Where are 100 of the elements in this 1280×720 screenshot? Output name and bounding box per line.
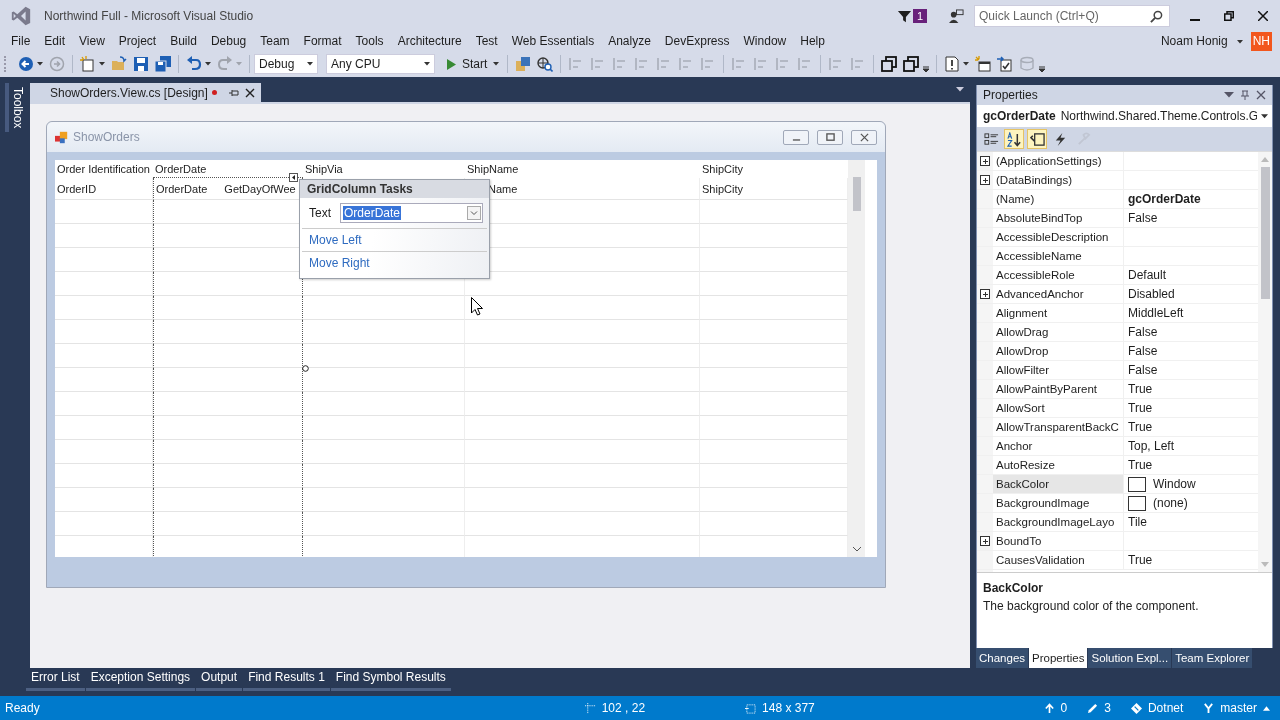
form-close-button[interactable] [851, 129, 877, 145]
caret-icon[interactable] [205, 62, 211, 66]
property-value[interactable]: Disabled [1128, 287, 1175, 301]
grid-cell[interactable] [153, 512, 303, 536]
restore-icon[interactable] [1224, 11, 1234, 21]
arrow-up-icon[interactable] [1043, 702, 1055, 714]
column-header[interactable]: Order Identification [55, 160, 153, 178]
scroll-thumb[interactable] [1260, 167, 1270, 299]
warning-document-icon[interactable] [944, 56, 961, 72]
property-value[interactable]: Window [1153, 477, 1196, 491]
form-maximize-button[interactable] [817, 129, 843, 145]
find-in-files-icon[interactable] [515, 56, 532, 72]
new-item-icon[interactable] [80, 56, 96, 72]
grid-cell[interactable]: OrderID [55, 178, 153, 200]
property-value[interactable]: True [1128, 553, 1153, 567]
open-folder-icon[interactable] [111, 56, 127, 72]
filter-icon[interactable] [896, 8, 912, 24]
grid-cell[interactable] [153, 416, 303, 440]
property-value[interactable]: Tile [1128, 515, 1147, 529]
menu-item[interactable]: Project [111, 32, 164, 51]
grid-cell[interactable] [153, 440, 303, 464]
property-name[interactable]: Anchor [977, 437, 1124, 455]
overflow-icon[interactable] [923, 64, 930, 72]
tool-window-tab[interactable]: Find Symbol Results [330, 668, 451, 691]
check-in-icon[interactable] [997, 56, 1014, 72]
property-name[interactable]: (Name) [977, 190, 1124, 208]
property-value[interactable]: False [1128, 211, 1158, 225]
panel-tab[interactable]: Solution Expl... [1088, 648, 1172, 668]
grid-cell[interactable] [153, 368, 303, 392]
menu-item[interactable]: DevExpress [657, 32, 737, 51]
property-value[interactable]: False [1128, 325, 1158, 339]
property-name[interactable]: (DataBindings) [977, 171, 1124, 189]
menu-item[interactable]: Architecture [390, 32, 469, 51]
caret-icon[interactable] [37, 62, 43, 66]
send-back-icon[interactable] [903, 56, 920, 72]
property-name[interactable]: AllowDrag [977, 323, 1124, 341]
scrollbar[interactable] [1258, 152, 1272, 572]
panel-tab[interactable]: Properties [1029, 648, 1088, 668]
menu-item[interactable]: Build [163, 32, 204, 51]
configuration-dropdown[interactable]: Debug [254, 54, 318, 74]
caret-icon[interactable] [1261, 113, 1268, 119]
property-value[interactable]: gcOrderDate [1128, 192, 1201, 206]
menu-item[interactable]: Edit [37, 32, 73, 51]
property-name[interactable]: AccessibleName [977, 247, 1124, 265]
property-name[interactable]: AdvancedAnchor [977, 285, 1124, 303]
property-value[interactable]: MiddleLeft [1128, 306, 1184, 320]
property-value[interactable]: True [1128, 458, 1153, 472]
toolbox-tab[interactable]: Toolbox [5, 83, 25, 133]
property-value[interactable]: False [1128, 344, 1158, 358]
resize-handle[interactable] [302, 365, 309, 372]
outgoing-count[interactable]: 0 [1060, 701, 1068, 715]
property-name[interactable]: AllowPaintByParent [977, 380, 1124, 398]
caret-icon[interactable] [1236, 39, 1243, 44]
caret-icon[interactable] [424, 62, 430, 66]
scrollbar[interactable] [848, 160, 865, 557]
menu-item[interactable]: Analyze [601, 32, 658, 51]
changes-count[interactable]: 3 [1104, 701, 1111, 715]
object-selector[interactable]: gcOrderDate Northwind.Shared.Theme.Controls.G [977, 105, 1272, 127]
grid-cell[interactable] [153, 464, 303, 488]
property-value[interactable]: (none) [1153, 496, 1188, 510]
grid-cell[interactable] [153, 488, 303, 512]
panel-tab[interactable]: Changes [976, 648, 1029, 668]
pin-icon[interactable] [228, 87, 239, 98]
grid-cell[interactable] [153, 392, 303, 416]
close-icon[interactable] [244, 87, 255, 98]
quick-launch-field[interactable]: Quick Launch (Ctrl+Q) [974, 5, 1170, 27]
user-account-menu[interactable]: Noam Honig [1153, 32, 1235, 51]
start-button[interactable]: Start [443, 57, 504, 71]
property-value[interactable]: True [1128, 420, 1153, 434]
notification-count[interactable]: 1 [912, 9, 927, 23]
play-icon[interactable] [447, 58, 456, 70]
tab-list-icon[interactable] [956, 87, 964, 92]
property-name[interactable]: BackgroundImageLayo [977, 513, 1124, 531]
tool-window-tab[interactable]: Exception Settings [85, 668, 196, 691]
menu-item[interactable]: Tools [348, 32, 391, 51]
new-window-icon[interactable] [975, 56, 992, 72]
close-icon[interactable] [1258, 11, 1268, 21]
column-field[interactable]: ShipCity [702, 182, 743, 195]
dropdown-icon[interactable] [467, 206, 481, 220]
property-name[interactable]: BoundTo [977, 532, 1124, 550]
document-tab[interactable]: ShowOrders.View.cs [Design] [30, 83, 261, 102]
property-name[interactable]: AllowTransparentBackC [977, 418, 1124, 436]
pencil-icon[interactable] [1087, 702, 1099, 714]
property-value[interactable]: False [1128, 363, 1158, 377]
tool-window-tab[interactable]: Output [196, 668, 243, 691]
close-icon[interactable] [859, 132, 869, 142]
undo-icon[interactable] [186, 56, 202, 72]
panel-tab[interactable]: Team Explorer [1172, 648, 1253, 668]
menu-item[interactable]: Window [736, 32, 794, 51]
bring-front-icon[interactable] [881, 56, 898, 72]
tool-window-tab[interactable]: Find Results 1 [243, 668, 330, 691]
caret-up-icon[interactable] [1263, 705, 1270, 711]
branch-name[interactable]: master [1220, 701, 1257, 715]
property-name[interactable]: AllowDrop [977, 342, 1124, 360]
browse-icon[interactable] [537, 56, 554, 72]
dropdown-icon[interactable] [1224, 90, 1234, 100]
grid-cell[interactable] [153, 296, 303, 320]
caret-icon[interactable] [493, 62, 500, 66]
text-dropdown[interactable]: OrderDate [340, 203, 483, 223]
grid-cell[interactable] [153, 536, 303, 557]
